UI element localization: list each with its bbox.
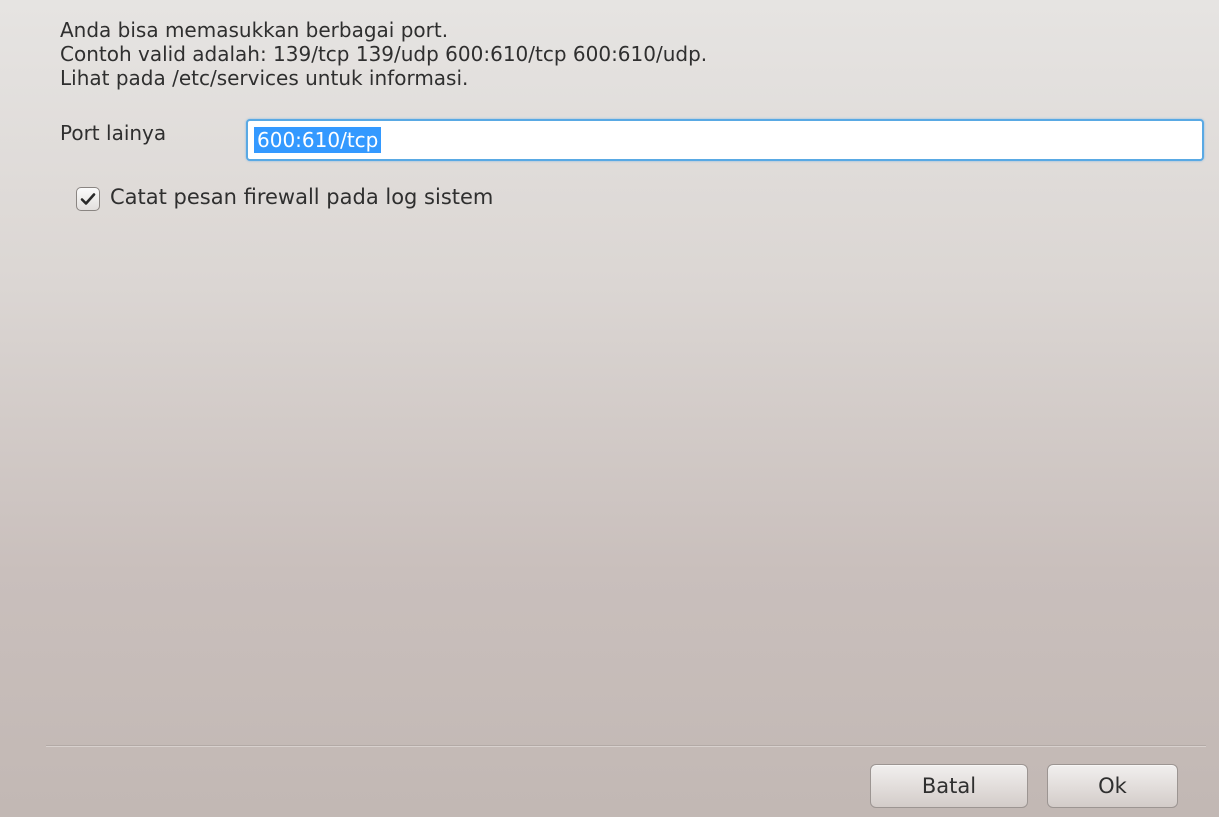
info-text: Anda bisa memasukkan berbagai port. Cont… — [60, 18, 707, 90]
other-ports-input-value[interactable]: 600:610/tcp — [254, 127, 382, 153]
checkmark-icon — [80, 193, 96, 205]
log-messages-option[interactable]: Catat pesan firewall pada log sistem — [76, 182, 493, 212]
button-separator — [46, 745, 1206, 747]
log-messages-checkbox[interactable] — [76, 187, 100, 211]
info-line-1: Anda bisa memasukkan berbagai port. — [60, 18, 449, 42]
other-ports-label: Port lainya — [60, 121, 167, 145]
other-ports-input[interactable]: 600:610/tcp — [246, 119, 1204, 161]
ok-button[interactable]: Ok — [1047, 764, 1178, 808]
info-line-2: Contoh valid adalah: 139/tcp 139/udp 600… — [60, 42, 708, 66]
log-messages-label: Catat pesan firewall pada log sistem — [110, 185, 494, 209]
info-line-3: Lihat pada /etc/services untuk informasi… — [60, 66, 469, 90]
cancel-button[interactable]: Batal — [870, 764, 1028, 808]
firewall-ports-dialog: Anda bisa memasukkan berbagai port. Cont… — [0, 0, 1219, 817]
